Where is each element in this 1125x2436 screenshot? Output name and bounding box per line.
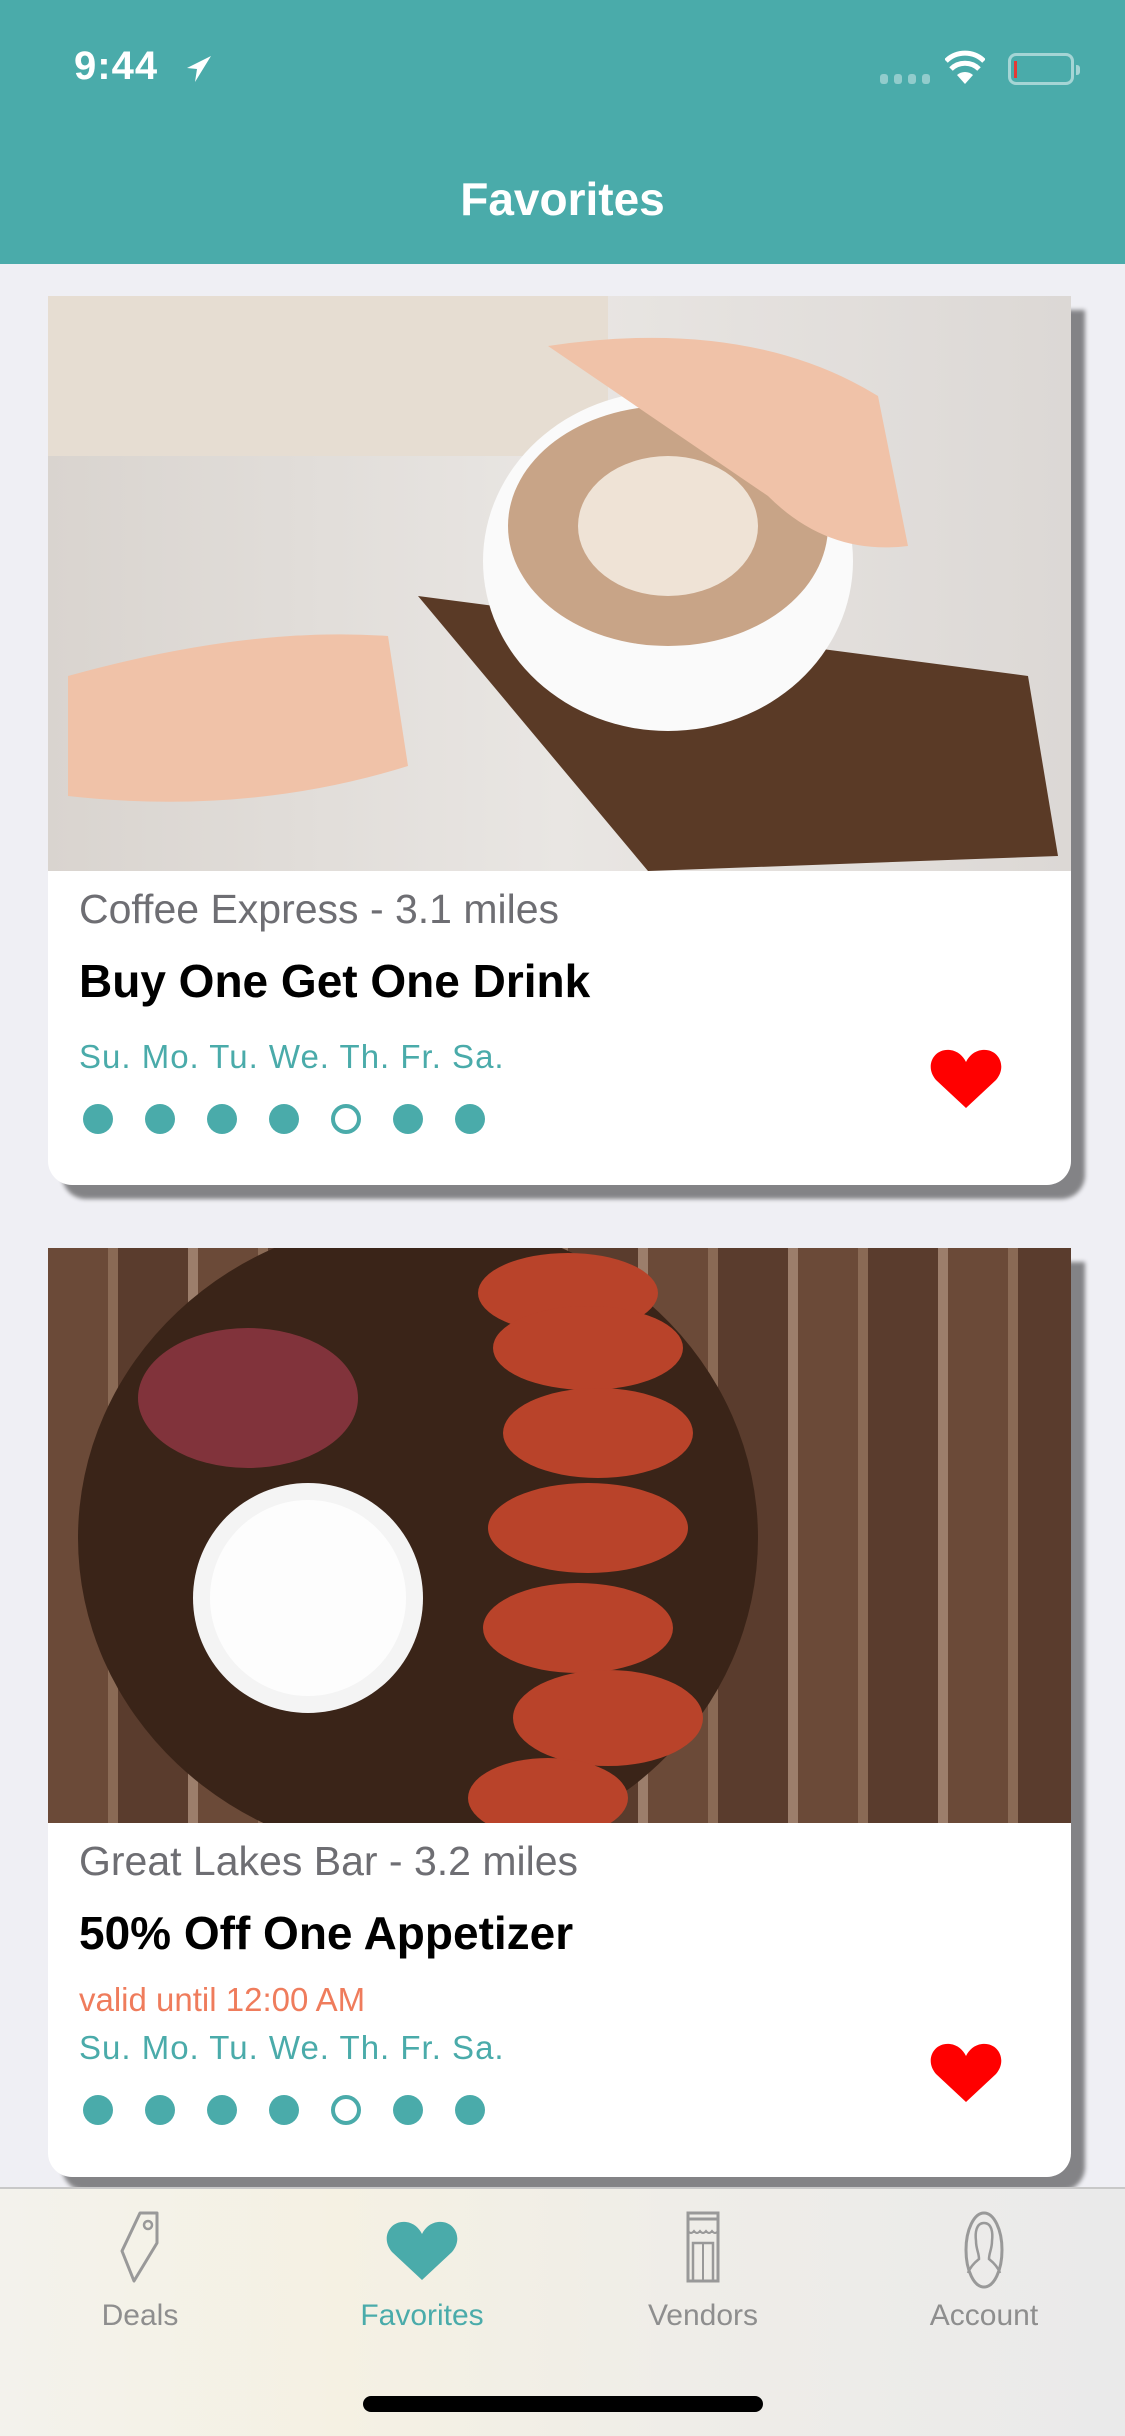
day-dot-active [83,2095,113,2125]
day-dot-active [455,2095,485,2125]
price-tag-icon [120,2211,159,2283]
home-indicator[interactable] [363,2396,763,2412]
day-dot-active [393,1104,423,1134]
deal-card[interactable]: Coffee Express - 3.1 miles Buy One Get O… [48,296,1071,1185]
tab-favorites[interactable]: Favorites [322,2189,522,2332]
valid-until: valid until 12:00 AM [79,1981,366,2018]
day-dot-active [145,1104,175,1134]
day-dot-active [269,1104,299,1134]
day-indicators [83,2095,485,2125]
day-dot-inactive [331,1104,361,1134]
tab-account[interactable]: Account [884,2189,1084,2332]
deal-title: 50% Off One Appetizer [79,1907,574,1959]
storefront-icon [686,2211,720,2283]
favorite-heart-icon[interactable] [930,2042,1002,2104]
deal-image [48,296,1071,871]
tab-deals[interactable]: Deals [40,2189,240,2332]
day-dot-active [455,1104,485,1134]
wifi-icon [945,50,985,84]
cellular-signal-icon [880,74,930,84]
vendor-distance: Great Lakes Bar - 3.2 miles [79,1838,579,1884]
day-dot-inactive [331,2095,361,2125]
account-icon [964,2211,1004,2289]
day-dot-active [207,2095,237,2125]
day-dot-active [269,2095,299,2125]
deal-title: Buy One Get One Drink [79,955,591,1007]
location-arrow-icon [187,56,211,82]
days-label: Su. Mo. Tu. We. Th. Fr. Sa. [79,2029,505,2066]
tab-label: Favorites [360,2299,484,2332]
day-dot-active [145,2095,175,2125]
heart-icon [386,2221,458,2280]
day-dot-active [83,1104,113,1134]
tab-label: Deals [101,2299,179,2332]
day-dot-active [207,1104,237,1134]
deal-card[interactable]: Great Lakes Bar - 3.2 miles 50% Off One … [48,1248,1071,2177]
battery-icon [1008,53,1080,85]
tab-vendors[interactable]: Vendors [603,2189,803,2332]
days-label: Su. Mo. Tu. We. Th. Fr. Sa. [79,1038,505,1075]
tab-label: Vendors [647,2299,759,2332]
day-indicators [83,1104,485,1134]
status-time: 9:44 [74,44,159,88]
favorite-heart-icon[interactable] [930,1048,1002,1110]
day-dot-active [393,2095,423,2125]
nav-header: 9:44 Favorites [0,0,1125,264]
tab-label: Account [929,2299,1039,2332]
deal-image [48,1248,1071,1823]
page-title: Favorites [460,173,665,225]
vendor-distance: Coffee Express - 3.1 miles [79,886,560,932]
